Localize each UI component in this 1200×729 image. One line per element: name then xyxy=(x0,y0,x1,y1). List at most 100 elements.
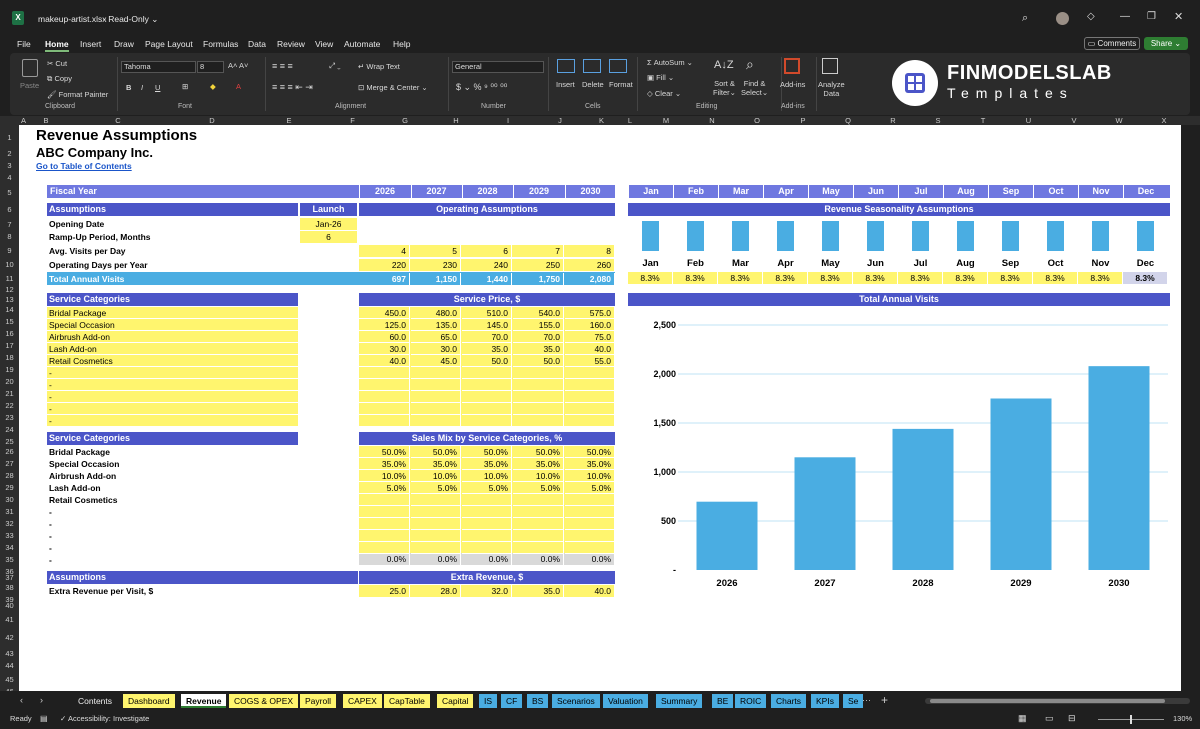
row-header-14[interactable]: 14 xyxy=(0,305,19,314)
service-price[interactable]: 145.0 xyxy=(462,319,512,331)
mix-value[interactable] xyxy=(565,530,615,542)
column-header-S[interactable]: S xyxy=(916,116,960,125)
service-price[interactable] xyxy=(565,379,615,391)
column-header-H[interactable]: H xyxy=(430,116,482,125)
column-header-W[interactable]: W xyxy=(1096,116,1142,125)
op-days-2026[interactable]: 220 xyxy=(359,259,410,271)
insert-cells-icon[interactable] xyxy=(557,59,575,73)
mix-value[interactable]: 50.0% xyxy=(359,446,410,458)
menu-formulas[interactable]: Formulas xyxy=(203,39,238,49)
service-price[interactable] xyxy=(565,415,615,427)
service-price[interactable] xyxy=(359,367,410,379)
accessibility-status[interactable]: ✓ Accessibility: Investigate xyxy=(60,714,149,723)
tab-roic[interactable]: ROIC xyxy=(735,694,767,708)
service-name[interactable]: - xyxy=(47,415,298,427)
page-layout-icon[interactable]: ▭ xyxy=(1045,713,1054,724)
align-top-icon[interactable]: ≡ ≡ ≡ xyxy=(272,61,293,71)
service-price[interactable] xyxy=(565,367,615,379)
row-header-16[interactable]: 16 xyxy=(0,329,19,338)
service-name[interactable]: Special Occasion xyxy=(47,319,298,331)
mix-value[interactable] xyxy=(411,506,461,518)
total-visits-2026[interactable]: 697 xyxy=(359,273,410,285)
service-price[interactable] xyxy=(462,391,512,403)
service-price[interactable] xyxy=(513,367,564,379)
paste-icon[interactable] xyxy=(22,59,38,77)
service-price[interactable]: 125.0 xyxy=(359,319,410,331)
column-header-J[interactable]: J xyxy=(534,116,586,125)
service-price[interactable]: 160.0 xyxy=(565,319,615,331)
zoom-level[interactable]: 130% xyxy=(1173,714,1192,723)
mix-total-2030[interactable]: 0.0% xyxy=(565,553,615,565)
clear-button[interactable]: ◇ Clear ⌄ xyxy=(647,89,681,98)
visits-day-2027[interactable]: 5 xyxy=(411,245,461,257)
align-left-icon[interactable]: ≡ ≡ ≡ ⇤ ⇥ xyxy=(272,82,313,93)
insert-cells-button[interactable]: Insert xyxy=(556,80,575,89)
menu-insert[interactable]: Insert xyxy=(80,39,101,49)
mix-value[interactable] xyxy=(462,494,512,506)
column-header-C[interactable]: C xyxy=(66,116,170,125)
service-price[interactable] xyxy=(462,367,512,379)
row-header-4[interactable]: 4 xyxy=(0,173,19,182)
row-header-2[interactable]: 2 xyxy=(0,149,19,158)
font-color-icon[interactable]: A xyxy=(236,82,241,91)
service-price[interactable] xyxy=(411,367,461,379)
tab-charts[interactable]: Charts xyxy=(771,694,807,708)
op-days-2028[interactable]: 240 xyxy=(462,259,512,271)
tab-cf[interactable]: CF xyxy=(501,694,523,708)
row-header-45[interactable]: 45 xyxy=(0,675,19,684)
service-price[interactable]: 75.0 xyxy=(565,331,615,343)
column-header-N[interactable]: N xyxy=(690,116,734,125)
tab-payroll[interactable]: Payroll xyxy=(300,694,336,708)
total-visits-2028[interactable]: 1,440 xyxy=(462,273,512,285)
mix-value[interactable] xyxy=(359,506,410,518)
service-price[interactable]: 60.0 xyxy=(359,331,410,343)
service-price[interactable] xyxy=(513,415,564,427)
service-name[interactable]: - xyxy=(47,379,298,391)
diamond-icon[interactable]: ◇ xyxy=(1087,11,1095,22)
column-header-V[interactable]: V xyxy=(1052,116,1096,125)
readonly-label[interactable]: - Read-Only ⌄ xyxy=(103,14,158,25)
service-price[interactable] xyxy=(411,379,461,391)
service-price[interactable]: 70.0 xyxy=(513,331,564,343)
menu-automate[interactable]: Automate xyxy=(344,39,380,49)
mix-value[interactable]: 35.0% xyxy=(359,458,410,470)
service-price[interactable] xyxy=(359,379,410,391)
row-header-17[interactable]: 17 xyxy=(0,341,19,350)
season-value-Feb[interactable]: 8.3% xyxy=(673,272,718,284)
orientation-icon[interactable]: ⤢ ⌄ xyxy=(329,61,341,71)
mix-value[interactable]: 35.0% xyxy=(565,458,615,470)
horizontal-scrollbar[interactable] xyxy=(925,698,1190,704)
season-value-Apr[interactable]: 8.3% xyxy=(763,272,808,284)
tab-capex[interactable]: CAPEX xyxy=(343,694,382,708)
mix-value[interactable] xyxy=(513,506,564,518)
column-header-E[interactable]: E xyxy=(254,116,324,125)
zoom-slider[interactable] xyxy=(1098,715,1164,724)
row-header-20[interactable]: 20 xyxy=(0,377,19,386)
service-price[interactable]: 35.0 xyxy=(462,343,512,355)
underline-button[interactable]: U xyxy=(155,83,160,92)
mix-value[interactable]: 10.0% xyxy=(565,470,615,482)
service-price[interactable]: 30.0 xyxy=(359,343,410,355)
worksheet[interactable]: Revenue Assumptions ABC Company Inc. Go … xyxy=(19,125,1181,691)
service-price[interactable] xyxy=(411,403,461,415)
service-price[interactable]: 65.0 xyxy=(411,331,461,343)
mix-value[interactable]: 50.0% xyxy=(565,446,615,458)
format-cells-button[interactable]: Format xyxy=(609,80,633,89)
row-header-31[interactable]: 31 xyxy=(0,507,19,516)
row-header-34[interactable]: 34 xyxy=(0,543,19,552)
menu-data[interactable]: Data xyxy=(248,39,266,49)
service-price[interactable]: 35.0 xyxy=(513,343,564,355)
menu-file[interactable]: File xyxy=(17,39,31,49)
service-name[interactable]: - xyxy=(47,367,298,379)
extra-revenue-2027[interactable]: 28.0 xyxy=(411,585,461,597)
row-header-44[interactable]: 44 xyxy=(0,661,19,670)
season-value-Mar[interactable]: 8.3% xyxy=(718,272,763,284)
font-name-select[interactable]: Tahoma xyxy=(121,61,196,73)
row-header-10[interactable]: 10 xyxy=(0,260,19,269)
mix-value[interactable] xyxy=(565,494,615,506)
menu-home[interactable]: Home xyxy=(45,39,69,52)
tab-cogs-opex[interactable]: COGS & OPEX xyxy=(229,694,299,708)
row-header-8[interactable]: 8 xyxy=(0,232,19,241)
service-price[interactable]: 155.0 xyxy=(513,319,564,331)
ramp-value[interactable]: 6 xyxy=(300,231,357,243)
